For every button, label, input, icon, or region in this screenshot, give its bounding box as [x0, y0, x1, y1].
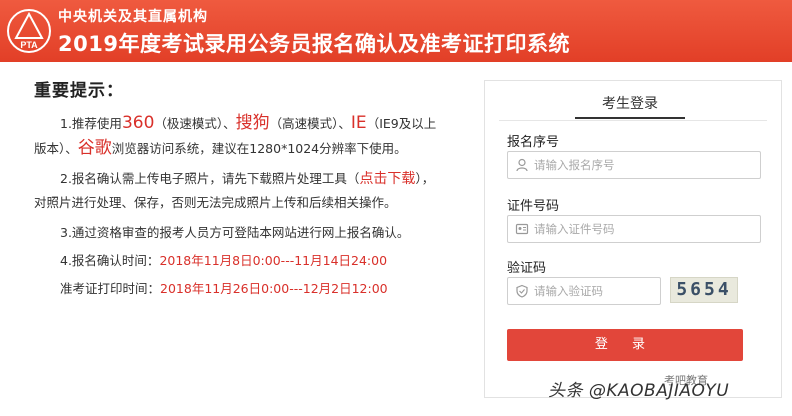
print-time-line: 准考证打印时间：2018年11月26日0:00---12月2日12:00 — [34, 275, 444, 303]
browser-360: 360 — [121, 113, 155, 133]
reg-number-input[interactable] — [534, 154, 754, 176]
browser-text-1: 1.推荐使用 — [60, 116, 122, 131]
notice-item-browser: 1.推荐使用360（极速模式）、搜狗（高速模式）、IE（IE9及以上版本）、谷歌… — [34, 111, 444, 161]
shield-icon — [516, 284, 528, 298]
browser-text-3: （高速模式）、 — [269, 116, 351, 131]
notice-title: 重要提示： — [34, 81, 124, 101]
print-time-value: 2018年11月26日0:00---12月2日12:00 — [160, 281, 388, 296]
photo-text-1: 2.报名确认需上传电子照片，请先下载照片处理工具（ — [60, 171, 360, 186]
pta-logo-icon: PTA — [7, 9, 51, 53]
notice-item-review: 3.通过资格审查的报考人员方可登陆本网站进行网上报名确认。 — [60, 225, 410, 240]
logo-text: PTA — [20, 40, 38, 50]
confirm-time-value: 2018年11月8日0:00---11月14日24:00 — [159, 253, 388, 268]
id-number-input[interactable] — [534, 218, 754, 240]
captcha-input[interactable] — [534, 280, 656, 302]
browser-text-2: （极速模式）、 — [154, 116, 236, 131]
login-button[interactable]: 登 录 — [507, 329, 743, 361]
header-banner: PTA 中央机关及其直属机构 2019年度考试录用公务员报名确认及准考证打印系统 — [0, 0, 792, 62]
browser-text-5: 浏览器访问系统，建议在1280*1024分辨率下使用。 — [111, 141, 407, 156]
confirm-time-line: 4.报名确认时间：2018年11月8日0:00---11月14日24:00 — [34, 247, 444, 275]
download-tool-link[interactable]: 点击下载 — [359, 171, 415, 187]
browser-sogou: 搜狗 — [235, 113, 270, 133]
id-number-label: 证件号码 — [507, 199, 560, 214]
print-time-label: 准考证打印时间： — [60, 281, 161, 296]
id-card-icon — [515, 223, 529, 235]
captcha-label: 验证码 — [507, 261, 547, 276]
org-name: 中央机关及其直属机构 — [58, 9, 208, 25]
browser-chrome: 谷歌 — [77, 138, 112, 158]
browser-ie: IE — [350, 113, 367, 133]
system-title: 2019年度考试录用公务员报名确认及准考证打印系统 — [58, 32, 570, 56]
user-icon — [516, 158, 528, 172]
notice-panel: 重要提示： 1.推荐使用360（极速模式）、搜狗（高速模式）、IE（IE9及以上… — [34, 76, 444, 303]
login-panel: 考生登录 报名序号 证件号码 验证码 5654 登 录 — [484, 80, 782, 398]
captcha-image[interactable]: 5654 — [670, 277, 738, 303]
captcha-field[interactable] — [507, 277, 661, 305]
tab-candidate-login[interactable]: 考生登录 — [575, 91, 685, 119]
tab-divider — [499, 120, 767, 121]
watermark-text: 头条 @KAOBAJIAOYU — [548, 381, 730, 401]
confirm-time-label: 4.报名确认时间： — [60, 253, 160, 268]
reg-number-label: 报名序号 — [507, 135, 560, 150]
notice-item-photo: 2.报名确认需上传电子照片，请先下载照片处理工具（点击下载），对照片进行处理、保… — [34, 167, 444, 215]
id-number-field[interactable] — [507, 215, 761, 243]
reg-number-field[interactable] — [507, 151, 761, 179]
